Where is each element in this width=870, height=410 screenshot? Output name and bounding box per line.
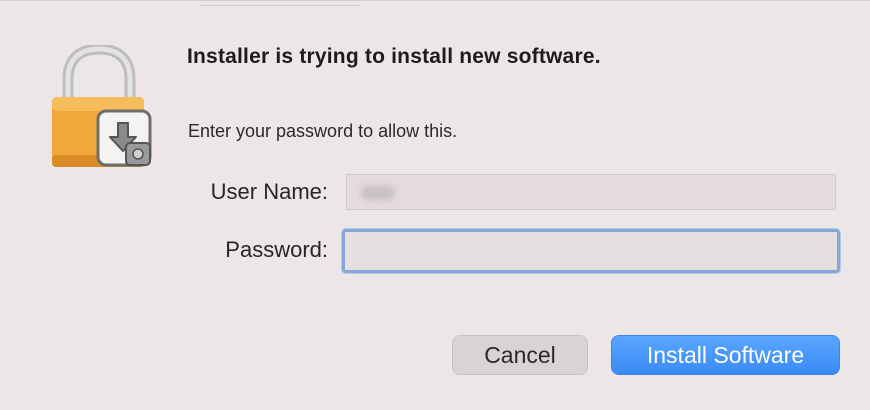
user-name-label: User Name: — [210, 179, 328, 204]
user-name-field[interactable] — [346, 174, 836, 210]
authentication-dialog: Installer is trying to install new softw… — [0, 0, 870, 410]
dialog-message: Enter your password to allow this. — [188, 121, 458, 141]
installer-download-icon — [96, 109, 152, 167]
cancel-button[interactable]: Cancel — [452, 335, 588, 375]
install-software-button[interactable]: Install Software — [611, 335, 840, 375]
dialog-title: Installer is trying to install new softw… — [187, 45, 601, 68]
password-label: Password: — [225, 237, 328, 262]
user-name-value — [361, 186, 395, 200]
lock-icon — [50, 43, 160, 175]
dialog-top-edge — [200, 1, 360, 6]
password-field[interactable] — [342, 229, 840, 273]
